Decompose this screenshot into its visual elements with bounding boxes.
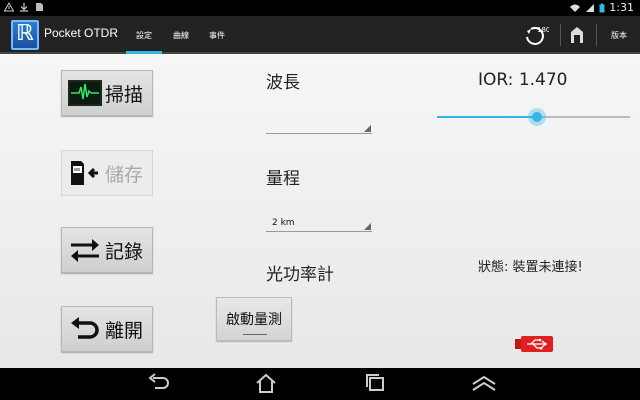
ior-slider-thumb[interactable] [528, 108, 547, 126]
usb-disconnected-icon [515, 336, 553, 352]
ior-slider[interactable] [437, 108, 630, 126]
version-button[interactable]: 版本 [600, 16, 638, 54]
tab-events[interactable]: 事件 [202, 16, 232, 54]
tab-label: 事件 [209, 30, 225, 40]
action-divider [560, 24, 561, 46]
signal-icon [586, 3, 595, 12]
warning-icon [4, 2, 14, 12]
tab-settings[interactable]: 設定 [126, 16, 162, 54]
exit-label: 離開 [105, 319, 144, 342]
sd-card-icon [36, 3, 43, 11]
power-meter-label: 光功率計 [266, 265, 334, 285]
start-measure-label: 啟動量測 [226, 312, 282, 328]
navigation-bar [0, 368, 640, 400]
ior-slider-fill [437, 116, 538, 118]
menu-up-icon[interactable] [470, 372, 498, 394]
settings-panel: 掃描 儲存 記錄 離開 波長 量程 2 km 光功率計 啟動量測 IOR: 1.… [0, 54, 640, 368]
document-icon [571, 27, 583, 43]
save-label: 儲存 [105, 163, 144, 186]
battery-icon [599, 3, 605, 12]
status-bar-system: 1:31 [569, 1, 634, 14]
version-label: 版本 [611, 30, 627, 40]
waveform-icon [68, 80, 102, 106]
records-button[interactable]: 記錄 [61, 227, 153, 273]
rotate-label: 180 [537, 26, 549, 34]
records-label: 記錄 [105, 240, 144, 263]
range-value: 2 km [272, 218, 295, 228]
save-button[interactable]: 儲存 [61, 150, 153, 196]
start-measure-button[interactable]: 啟動量測 [216, 297, 292, 341]
recent-apps-icon[interactable] [362, 372, 388, 394]
export-button[interactable] [562, 16, 592, 54]
back-arrow-icon [71, 317, 99, 339]
app-title: Pocket OTDR [44, 26, 119, 40]
back-icon[interactable] [145, 372, 171, 394]
sd-save-icon [71, 161, 98, 185]
exit-button[interactable]: 離開 [61, 306, 153, 352]
tab-label: 曲線 [173, 30, 189, 40]
connection-status: 狀態: 裝置未連接! [478, 260, 583, 275]
range-spinner[interactable]: 2 km [266, 218, 372, 232]
scan-label: 掃描 [105, 83, 144, 106]
app-logo-icon[interactable] [11, 20, 39, 50]
swap-arrows-icon [71, 239, 99, 262]
range-label: 量程 [266, 169, 300, 189]
wavelength-label: 波長 [266, 73, 300, 93]
action-divider [596, 24, 597, 46]
scan-button[interactable]: 掃描 [61, 70, 153, 116]
ior-label: IOR: 1.470 [478, 70, 568, 90]
status-bar-notifications [4, 2, 44, 12]
tab-curve[interactable]: 曲線 [166, 16, 196, 54]
wifi-icon [570, 4, 581, 12]
action-bar: Pocket OTDR 設定 曲線 事件 180 版本 [0, 16, 640, 54]
wavelength-spinner[interactable] [266, 120, 372, 134]
tab-label: 設定 [136, 30, 152, 40]
status-bar: 1:31 [0, 0, 640, 16]
download-icon [20, 3, 28, 12]
clock: 1:31 [609, 1, 634, 14]
home-icon[interactable] [253, 372, 279, 394]
rotate-icon: 180 [526, 26, 549, 45]
rotate-180-button[interactable]: 180 [516, 16, 556, 54]
